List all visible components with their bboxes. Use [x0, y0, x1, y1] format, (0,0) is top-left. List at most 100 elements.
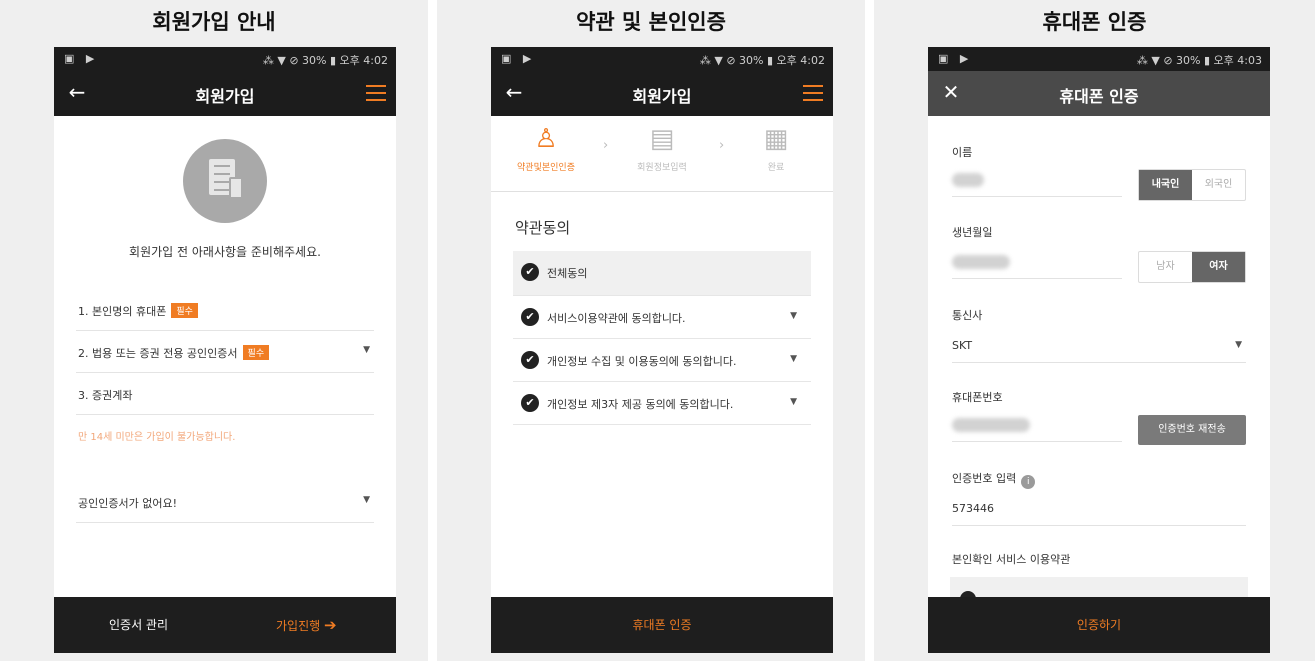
bottom-bar: 인증하기 [928, 597, 1270, 653]
panel-title: 회원가입 안내 [152, 9, 276, 34]
foreign-option[interactable]: 외국인 [1192, 170, 1245, 200]
agree-all-checkbox[interactable]: ✔ 전체동의 [513, 251, 811, 296]
phone-screen: ▣ ▶ ⁂ ▼ ⊘ 30% ▮ 오후 4:02 ← 회원가입 회원가입 전 아래… [54, 47, 396, 653]
terms-section-title: 약관동의 [515, 219, 571, 237]
panel-title: 약관 및 본인인증 [576, 9, 726, 34]
status-icons-right: ⁂ ▼ ⊘ 30% ▮ 오후 4:03 [1136, 54, 1262, 67]
no-cert-label: 공인인증서가 없어요! [78, 497, 177, 510]
phone-screen: ▣ ▶ ⁂ ▼ ⊘ 30% ▮ 오후 4:03 ✕ 휴대폰 인증 이름 내국인 … [928, 47, 1270, 653]
step-terms-auth: ♙ 약관및본인인증 [501, 122, 591, 173]
status-icons-left: ▣ ▶ [64, 52, 99, 65]
panel-title: 휴대폰 인증 [1042, 9, 1147, 34]
menu-icon[interactable] [803, 85, 823, 101]
male-option[interactable]: 남자 [1139, 252, 1192, 282]
step-label: 완료 [767, 163, 785, 173]
requirement-item-dropdown[interactable]: 2. 법용 또는 증권 전용 공인인증서 필수 ▼ [76, 331, 374, 373]
app-bar: ← 회원가입 [54, 71, 396, 116]
terms-list: ✔ 전체동의 ✔ 서비스이용약관에 동의합니다. ▼ ✔ 개인정보 수집 및 이… [513, 251, 811, 425]
no-cert-dropdown[interactable]: 공인인증서가 없어요! ▼ [76, 481, 374, 523]
agree-third-party[interactable]: ✔ 개인정보 제3자 제공 동의에 동의합니다. ▼ [513, 382, 811, 425]
agree-privacy-collect[interactable]: ✔ 개인정보 수집 및 이용동의에 동의합니다. ▼ [513, 339, 811, 382]
resend-code-button[interactable]: 인증번호 재전송 [1138, 415, 1246, 445]
requirement-label: 1. 본인명의 휴대폰 [78, 305, 167, 318]
document-phone-icon [183, 139, 267, 223]
carrier-label: 통신사 [952, 309, 983, 322]
phone-label: 휴대폰번호 [952, 391, 1003, 404]
status-icons-right: ⁂ ▼ ⊘ 30% ▮ 오후 4:02 [262, 54, 388, 67]
check-icon: ✔ [521, 263, 539, 281]
requirement-label: 3. 증권계좌 [78, 389, 133, 402]
app-bar: ✕ 휴대폰 인증 [928, 71, 1270, 116]
progress-steps: ♙ 약관및본인인증 › ▤ 회원정보입력 › ▦ 완료 [491, 116, 833, 192]
code-label: 인증번호 입력 i [952, 470, 1036, 489]
chevron-right-icon: › [719, 138, 725, 153]
check-icon: ✔ [521, 351, 539, 369]
chevron-down-icon: ▼ [363, 345, 370, 355]
status-bar: ▣ ▶ ⁂ ▼ ⊘ 30% ▮ 오후 4:02 [491, 47, 833, 71]
agree-label: 전체동의 [547, 267, 588, 280]
birth-input[interactable] [952, 249, 1122, 279]
name-input[interactable] [952, 167, 1122, 197]
phone-input[interactable] [952, 412, 1122, 442]
step-member-info: ▤ 회원정보입력 [617, 122, 707, 173]
agree-label: 개인정보 수집 및 이용동의에 동의합니다. [547, 355, 737, 368]
chevron-down-icon[interactable]: ▼ [790, 354, 797, 364]
step-done: ▦ 완료 [731, 122, 821, 173]
step-label: 약관및본인인증 [517, 163, 575, 173]
age-notice: 만 14세 미만은 가입이 불가능합니다. [78, 432, 236, 443]
chevron-down-icon: ▼ [363, 495, 370, 505]
requirement-label: 2. 법용 또는 증권 전용 공인인증서 [78, 347, 238, 360]
status-bar: ▣ ▶ ⁂ ▼ ⊘ 30% ▮ 오후 4:03 [928, 47, 1270, 71]
status-icons-right: ⁂ ▼ ⊘ 30% ▮ 오후 4:02 [699, 54, 825, 67]
required-badge: 필수 [171, 303, 198, 318]
status-bar: ▣ ▶ ⁂ ▼ ⊘ 30% ▮ 오후 4:02 [54, 47, 396, 71]
app-bar-title: 휴대폰 인증 [1059, 87, 1139, 106]
info-icon[interactable]: i [1021, 475, 1036, 489]
proceed-label: 가입진행 [276, 619, 321, 633]
proceed-signup-button[interactable]: 가입진행 ➔ [276, 616, 337, 634]
app-bar-title: 회원가입 [632, 87, 692, 106]
gender-toggle[interactable]: 남자 여자 [1138, 251, 1246, 283]
birth-label: 생년월일 [952, 226, 993, 239]
carrier-select[interactable]: SKT ▼ [952, 331, 1246, 363]
cert-manage-button[interactable]: 인증서 관리 [109, 616, 168, 633]
phone-auth-button[interactable]: 휴대폰 인증 [491, 616, 833, 633]
requirement-item: 3. 증권계좌 [76, 373, 374, 415]
domestic-option[interactable]: 내국인 [1139, 170, 1192, 200]
code-input[interactable]: 573446 [952, 494, 1246, 526]
arrow-right-icon: ➔ [324, 616, 337, 634]
panel-signup-guide: 회원가입 안내 ▣ ▶ ⁂ ▼ ⊘ 30% ▮ 오후 4:02 ← 회원가입 회… [0, 0, 428, 661]
agree-label: 서비스이용약관에 동의합니다. [547, 312, 686, 325]
chevron-down-icon: ▼ [1235, 340, 1242, 350]
name-label: 이름 [952, 146, 973, 159]
person-check-icon: ♙ [534, 124, 558, 154]
requirement-item: 1. 본인명의 휴대폰 필수 [76, 289, 374, 331]
bottom-bar: 휴대폰 인증 [491, 597, 833, 653]
required-badge: 필수 [242, 345, 270, 360]
menu-icon[interactable] [366, 85, 386, 101]
code-value: 573446 [952, 502, 994, 515]
done-icon: ▦ [763, 124, 789, 154]
verify-button[interactable]: 인증하기 [928, 616, 1270, 633]
check-icon: ✔ [521, 308, 539, 326]
intro-text: 회원가입 전 아래사항을 준비해주세요. [129, 245, 321, 259]
female-option[interactable]: 여자 [1192, 252, 1245, 282]
check-icon: ✔ [521, 394, 539, 412]
bottom-bar: 인증서 관리 가입진행 ➔ [54, 597, 396, 653]
nationality-toggle[interactable]: 내국인 외국인 [1138, 169, 1246, 201]
agree-service-terms[interactable]: ✔ 서비스이용약관에 동의합니다. ▼ [513, 296, 811, 339]
chevron-right-icon: › [603, 138, 609, 153]
terms-label: 본인확인 서비스 이용약관 [952, 553, 1071, 566]
status-icons-left: ▣ ▶ [501, 52, 536, 65]
panel-phone-auth: 휴대폰 인증 ▣ ▶ ⁂ ▼ ⊘ 30% ▮ 오후 4:03 ✕ 휴대폰 인증 … [874, 0, 1315, 661]
carrier-value: SKT [952, 339, 973, 352]
step-label: 회원정보입력 [637, 163, 687, 173]
chevron-down-icon[interactable]: ▼ [790, 397, 797, 407]
panel-terms-auth: 약관 및 본인인증 ▣ ▶ ⁂ ▼ ⊘ 30% ▮ 오후 4:02 ← 회원가입… [437, 0, 865, 661]
code-label-text: 인증번호 입력 [952, 472, 1017, 485]
phone-screen: ▣ ▶ ⁂ ▼ ⊘ 30% ▮ 오후 4:02 ← 회원가입 ♙ 약관및본인인증… [491, 47, 833, 653]
status-icons-left: ▣ ▶ [938, 52, 973, 65]
chevron-down-icon[interactable]: ▼ [790, 311, 797, 321]
app-bar: ← 회원가입 [491, 71, 833, 116]
app-bar-title: 회원가입 [195, 87, 255, 106]
